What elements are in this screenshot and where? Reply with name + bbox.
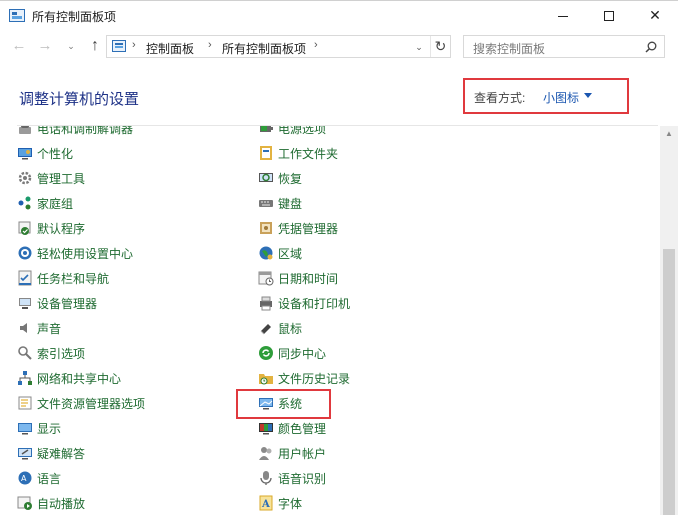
system-highlight xyxy=(236,389,331,419)
autoplay-icon xyxy=(17,496,32,510)
item-label: 自动播放 xyxy=(37,497,86,511)
breadcrumb-all-items[interactable]: 所有控制面板项 xyxy=(222,40,306,57)
mouse-icon xyxy=(260,324,271,335)
svg-text:A: A xyxy=(21,474,27,483)
device-manager-icon xyxy=(19,298,31,309)
close-button[interactable]: ✕ xyxy=(632,1,678,31)
search-box[interactable]: 搜索控制面板 xyxy=(463,35,665,58)
item-label: 设备和打印机 xyxy=(278,297,351,311)
item-label: 声音 xyxy=(37,322,62,336)
item-label: 任务栏和导航 xyxy=(37,272,110,286)
item-label: 设备管理器 xyxy=(37,297,98,311)
window-title: 所有控制面板项 xyxy=(32,10,117,24)
item-label: 颜色管理 xyxy=(278,422,327,436)
item-label: 文件资源管理器选项 xyxy=(37,397,146,411)
default-programs-icon xyxy=(18,221,31,235)
item-label: 区域 xyxy=(278,247,303,261)
refresh-button[interactable]: ↻ xyxy=(430,36,450,57)
item-label: 管理工具 xyxy=(37,172,86,186)
item-label: 字体 xyxy=(278,497,303,511)
up-button[interactable]: ↑ xyxy=(84,36,106,58)
item-label: 电话和调制解调器 xyxy=(37,126,134,136)
power-options-icon xyxy=(260,126,273,132)
troubleshoot-icon xyxy=(18,448,32,460)
language-icon: A xyxy=(18,471,32,485)
homegroup-icon xyxy=(18,196,31,210)
item-label: 语言 xyxy=(37,472,62,486)
file-history-icon xyxy=(259,374,273,385)
phone-modem-icon xyxy=(19,126,31,134)
folder-options-icon xyxy=(18,396,32,410)
indexing-icon xyxy=(18,346,32,360)
network-icon xyxy=(18,371,32,385)
control-panel-icon xyxy=(9,9,25,22)
item-label: 默认程序 xyxy=(37,222,86,236)
scroll-thumb[interactable] xyxy=(663,249,675,515)
close-icon: ✕ xyxy=(649,7,661,23)
maximize-icon xyxy=(604,11,614,22)
address-bar[interactable]: › 控制面板 › 所有控制面板项 › ⌄ ↻ xyxy=(106,35,451,58)
item-label: 轻松使用设置中心 xyxy=(37,247,134,261)
item-label: 工作文件夹 xyxy=(278,147,339,161)
devices-printers-icon xyxy=(260,296,272,311)
breadcrumb-separator[interactable]: › xyxy=(132,39,136,51)
keyboard-icon xyxy=(259,200,273,207)
item-label: 键盘 xyxy=(278,197,303,211)
item-label: 日期和时间 xyxy=(278,272,339,286)
item-label: 恢复 xyxy=(278,172,303,186)
display-icon xyxy=(18,423,32,435)
sync-center-icon xyxy=(259,346,273,360)
item-label: 文件历史记录 xyxy=(278,372,351,386)
navigation-bar: ← → ⌄ ↑ › 控制面板 › 所有控制面板项 › ⌄ ↻ 搜索控制面板 xyxy=(0,30,678,64)
item-label: 网络和共享中心 xyxy=(37,372,122,386)
item-label: 同步中心 xyxy=(278,347,327,361)
sound-icon xyxy=(20,323,27,333)
personalization-icon xyxy=(18,148,32,160)
date-time-icon xyxy=(258,271,274,286)
color-management-icon xyxy=(259,423,273,435)
credential-manager-icon xyxy=(260,222,272,234)
user-accounts-icon xyxy=(259,447,272,460)
breadcrumb-separator[interactable]: › xyxy=(314,39,318,51)
scroll-up-button[interactable]: ▲ xyxy=(660,126,678,142)
recent-locations-button[interactable]: ⌄ xyxy=(60,36,82,58)
caret-down-icon[interactable] xyxy=(584,93,592,98)
control-panel-items: 电话和调制解调器 个性化 管理工具 家庭组 默认程序 轻松使用设置中心 任务栏和… xyxy=(0,126,660,515)
search-input[interactable]: 搜索控制面板 xyxy=(473,40,545,57)
search-icon[interactable] xyxy=(645,41,657,53)
item-label: 电源选项 xyxy=(278,126,327,136)
work-folders-icon xyxy=(260,146,272,160)
item-label: 个性化 xyxy=(37,147,74,161)
title-bar: 所有控制面板项 ✕ xyxy=(0,0,678,30)
address-dropdown-button[interactable]: ⌄ xyxy=(410,38,428,56)
ease-of-access-icon xyxy=(18,246,32,260)
control-panel-icon xyxy=(112,40,126,52)
item-label: 索引选项 xyxy=(37,347,86,361)
minimize-button[interactable] xyxy=(540,1,586,31)
breadcrumb-control-panel[interactable]: 控制面板 xyxy=(146,40,194,57)
region-icon xyxy=(259,246,273,260)
view-by-dropdown[interactable]: 小图标 xyxy=(543,89,579,106)
item-label: 用户帐户 xyxy=(278,447,327,461)
item-label: 疑难解答 xyxy=(37,447,86,461)
view-by-label: 查看方式: xyxy=(474,91,526,105)
forward-button[interactable]: → xyxy=(34,36,56,58)
recovery-icon xyxy=(259,173,273,182)
vertical-scrollbar[interactable]: ▲ xyxy=(660,126,678,515)
item-label: 凭据管理器 xyxy=(278,222,339,236)
maximize-button[interactable] xyxy=(586,1,632,31)
admin-tools-icon xyxy=(18,171,32,185)
fonts-icon: A xyxy=(259,495,273,511)
page-title: 调整计算机的设置 xyxy=(19,91,140,108)
speech-recognition-icon xyxy=(260,471,272,485)
item-label: 显示 xyxy=(37,422,62,436)
svg-text:A: A xyxy=(261,499,270,510)
breadcrumb-separator[interactable]: › xyxy=(208,39,212,51)
taskbar-icon xyxy=(18,270,32,286)
item-label: 语音识别 xyxy=(278,472,327,486)
item-label: 家庭组 xyxy=(37,197,74,211)
back-button[interactable]: ← xyxy=(8,36,30,58)
minimize-icon xyxy=(558,15,568,17)
item-label: 鼠标 xyxy=(278,322,303,336)
